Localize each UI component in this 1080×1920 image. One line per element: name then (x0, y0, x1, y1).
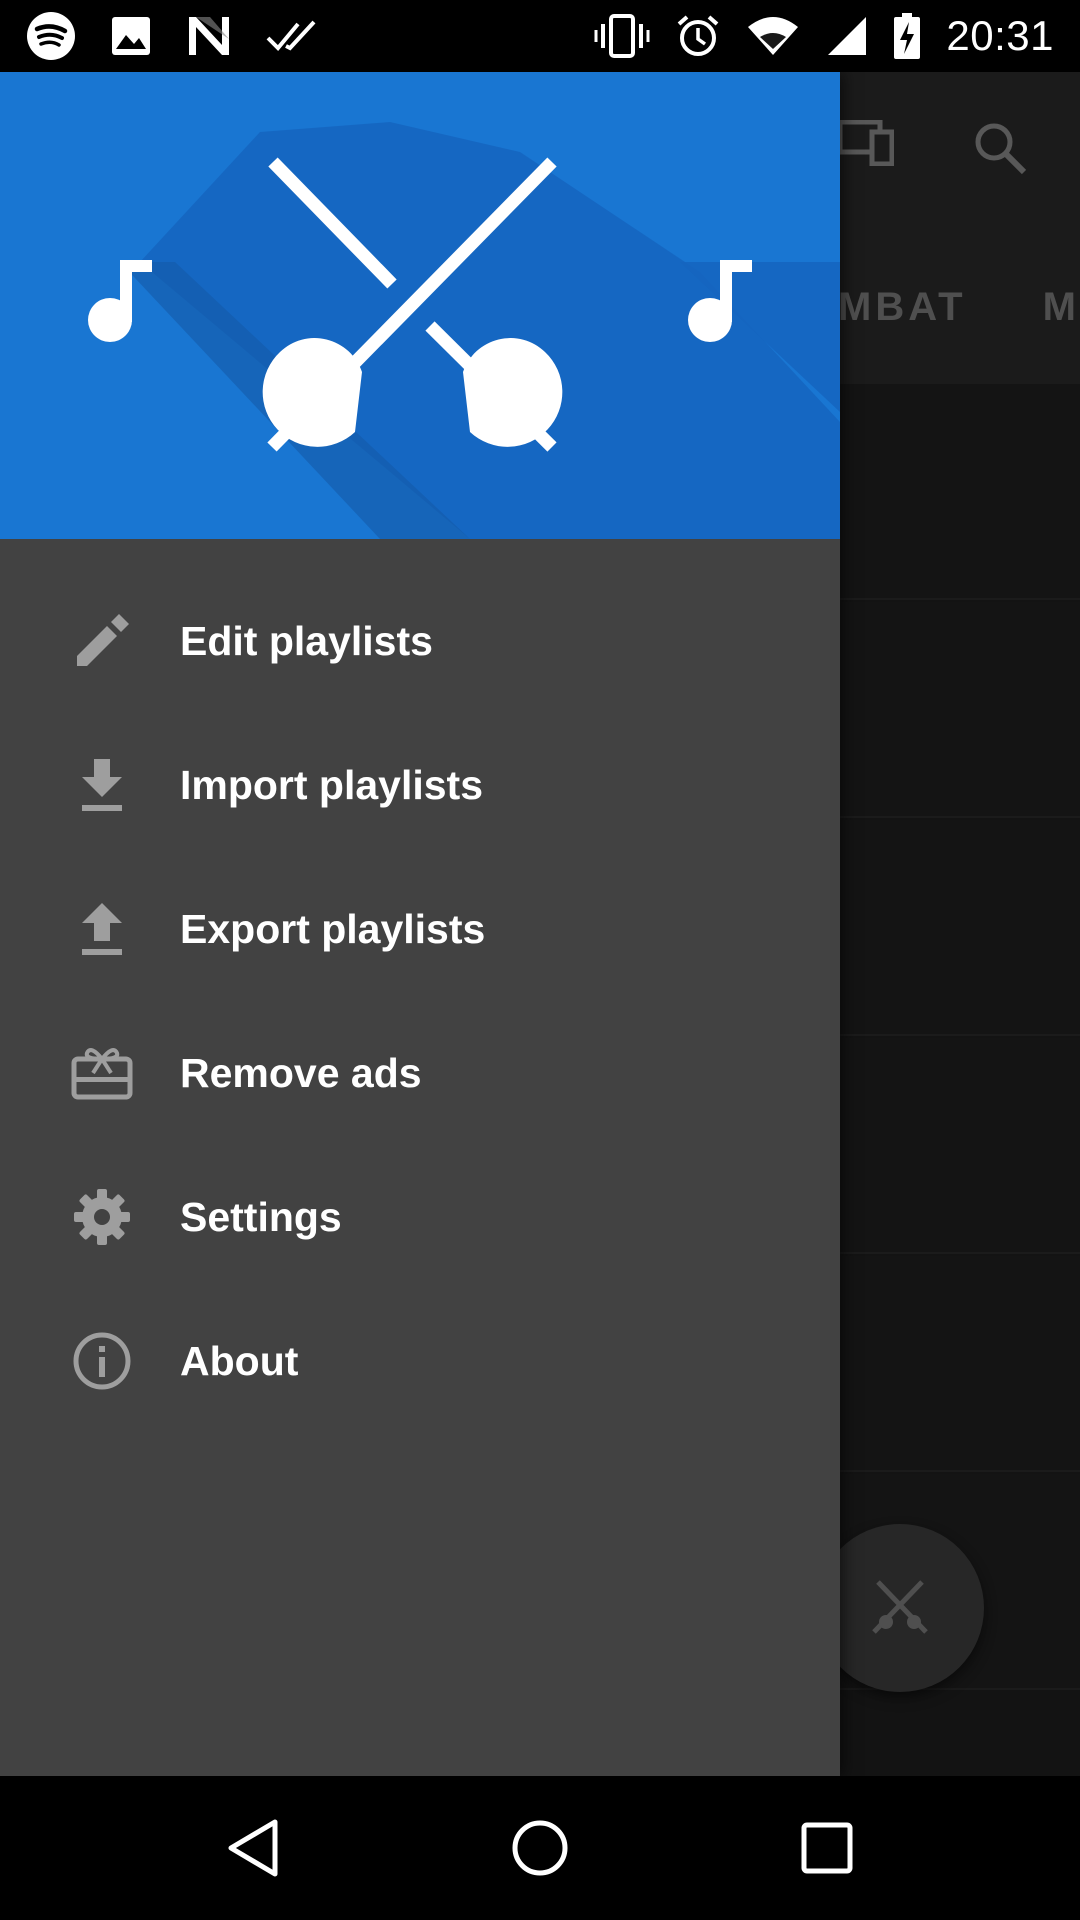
menu-label: Remove ads (180, 1049, 422, 1096)
vibrate-icon (594, 14, 650, 58)
status-right-icons: 20:31 (594, 12, 1054, 60)
drawer-menu: Edit playlists Import playlists Export p… (0, 539, 840, 1433)
menu-label: Settings (180, 1193, 342, 1240)
spotify-icon (26, 11, 76, 61)
menu-item-import-playlists[interactable]: Import playlists (0, 713, 840, 857)
info-icon (70, 1329, 134, 1393)
menu-item-remove-ads[interactable]: Remove ads (0, 1001, 840, 1145)
battery-charging-icon (894, 13, 921, 59)
menu-item-export-playlists[interactable]: Export playlists (0, 857, 840, 1001)
n-icon (186, 15, 232, 57)
menu-label: Export playlists (180, 905, 486, 952)
fencing-swords-music-logo (88, 122, 840, 539)
upload-icon (70, 897, 134, 961)
alarm-icon (676, 14, 720, 58)
drawer-header (0, 72, 840, 539)
wifi-icon (746, 15, 800, 57)
gear-icon (70, 1185, 134, 1249)
status-left-icons (26, 11, 318, 61)
recents-icon[interactable] (767, 1788, 887, 1908)
menu-item-about[interactable]: About (0, 1289, 840, 1433)
screen: 20:31 MBAT M Edit playlists Import playl… (0, 0, 1080, 1920)
menu-item-edit-playlists[interactable]: Edit playlists (0, 569, 840, 713)
image-icon (110, 15, 152, 57)
double-check-icon (266, 18, 318, 54)
download-icon (70, 753, 134, 817)
menu-label: Edit playlists (180, 617, 433, 664)
menu-label: About (180, 1337, 299, 1384)
system-nav-bar (0, 1776, 1080, 1920)
status-bar: 20:31 (0, 0, 1080, 72)
navigation-drawer: Edit playlists Import playlists Export p… (0, 72, 840, 1776)
signal-icon (826, 15, 868, 57)
gift-card-icon (70, 1041, 134, 1105)
pencil-icon (70, 609, 134, 673)
home-icon[interactable] (480, 1788, 600, 1908)
clock: 20:31 (946, 12, 1054, 59)
back-icon[interactable] (193, 1788, 313, 1908)
menu-label: Import playlists (180, 761, 484, 808)
menu-item-settings[interactable]: Settings (0, 1145, 840, 1289)
